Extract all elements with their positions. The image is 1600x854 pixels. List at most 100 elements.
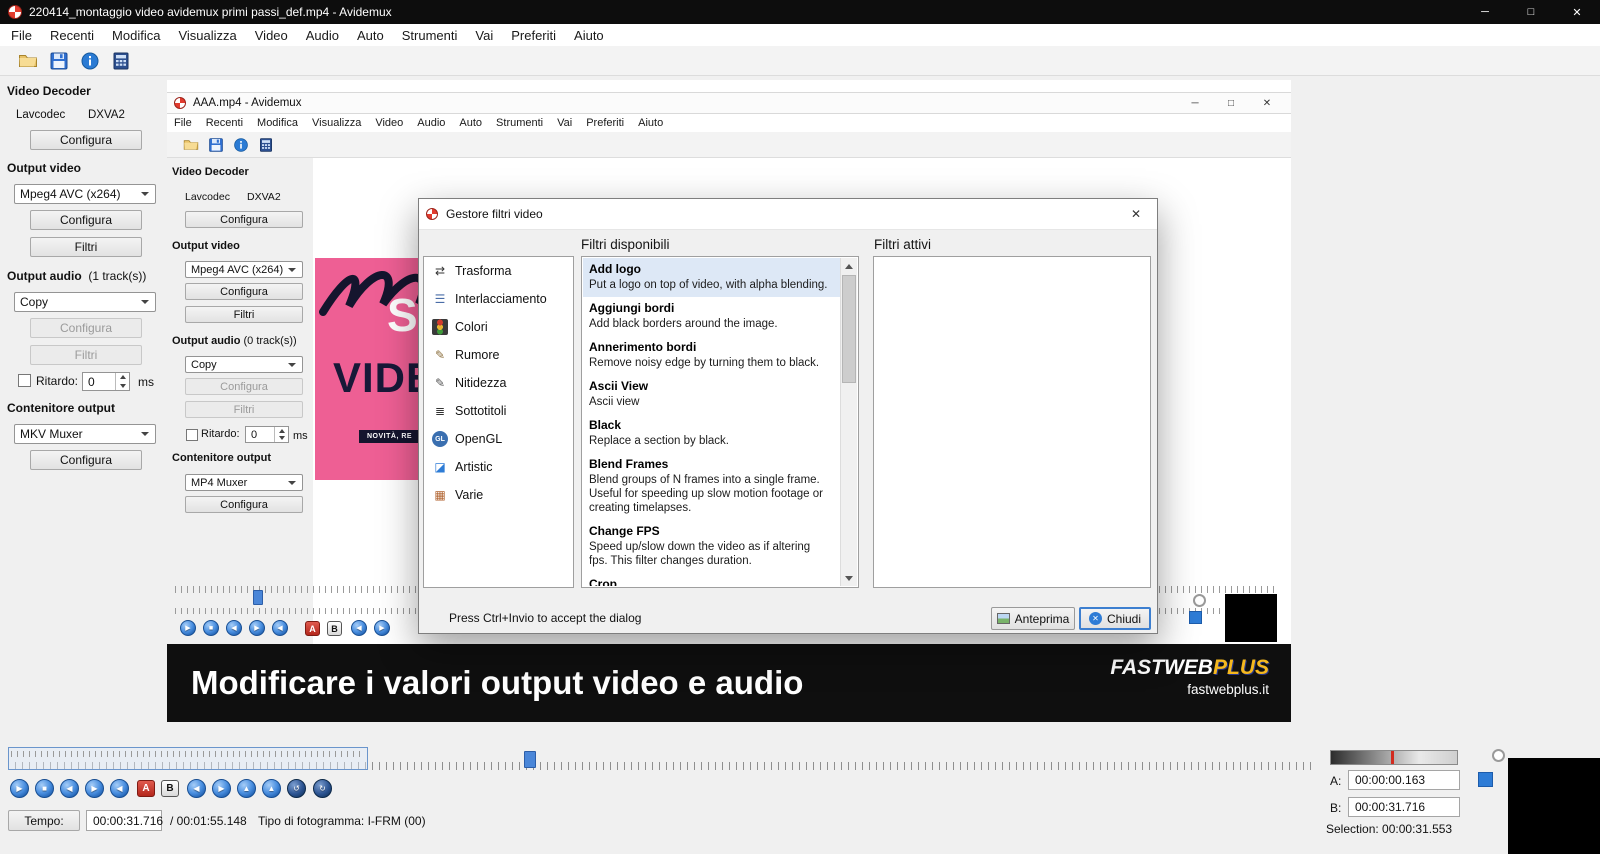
marker-a-button[interactable]: A — [137, 780, 155, 797]
filter-aggiungi-bordi[interactable]: Aggiungi bordiAdd black borders around t… — [583, 297, 841, 336]
menu-strumenti[interactable]: Strumenti — [393, 28, 467, 43]
category-sottotitoli[interactable]: ≣Sottotitoli — [424, 397, 573, 425]
back-keyframe-button[interactable]: ◀ — [187, 779, 206, 798]
timeline-selection[interactable] — [8, 747, 368, 770]
active-filters-list[interactable] — [873, 256, 1151, 588]
category-nitidezza[interactable]: ✎Nitidezza — [424, 369, 573, 397]
category-varie[interactable]: ▦Varie — [424, 481, 573, 509]
category-interlacciamento[interactable]: ☰Interlacciamento — [424, 285, 573, 313]
filter-annerimento-bordi[interactable]: Annerimento bordiRemove noisy edge by tu… — [583, 336, 841, 375]
menu-video[interactable]: Video — [246, 28, 297, 43]
container-select[interactable]: MKV Muxer — [14, 424, 156, 444]
minimize-button[interactable]: ─ — [1462, 0, 1508, 24]
inner-video-decoder-title: Video Decoder — [172, 166, 249, 178]
menu-vai[interactable]: Vai — [466, 28, 502, 43]
window-controls: ─ □ ✕ — [1462, 0, 1600, 24]
filter-change-fps[interactable]: Change FPSSpeed up/slow down the video a… — [583, 520, 841, 573]
video-filters-button[interactable]: Filtri — [30, 237, 142, 257]
inner-menu-aiuto: Aiuto — [631, 117, 670, 129]
menubar: File Recenti Modifica Visualizza Video A… — [0, 24, 1600, 46]
preview-button[interactable]: Anteprima — [991, 607, 1075, 630]
delay-stepper[interactable]: 0 — [82, 372, 130, 391]
output-audio-title: Output audio (1 track(s)) — [7, 269, 146, 283]
video-codec-select[interactable]: Mpeg4 AVC (x264) — [14, 184, 156, 204]
inner-minimize-icon: ─ — [1177, 92, 1213, 114]
dialog-close-button[interactable]: ✕ — [1115, 199, 1157, 229]
brand-accent: PLUS — [1213, 656, 1269, 679]
prev-keyframe-button[interactable]: ◀ — [110, 779, 129, 798]
timeline-position-marker[interactable] — [524, 751, 536, 768]
close-dialog-button[interactable]: ✕ Chiudi — [1079, 607, 1151, 630]
menu-auto[interactable]: Auto — [348, 28, 393, 43]
info-icon[interactable] — [80, 51, 100, 71]
output-video-title: Output video — [7, 161, 81, 175]
delay-label: Ritardo: — [36, 374, 78, 388]
video-configure-button[interactable]: Configura — [30, 210, 142, 230]
inner-menubar: File Recenti Modifica Visualizza Video A… — [167, 114, 1291, 132]
forward-one-minute-button[interactable]: ↻ — [313, 779, 332, 798]
inner-marker-a-icon: A — [305, 621, 320, 636]
menu-recenti[interactable]: Recenti — [41, 28, 103, 43]
next-frame-button[interactable]: ▶ — [85, 779, 104, 798]
menu-aiuto[interactable]: Aiuto — [565, 28, 613, 43]
first-frame-button[interactable]: ▲ — [237, 779, 256, 798]
category-trasforma[interactable]: ⇄Trasforma — [424, 257, 573, 285]
menu-preferiti[interactable]: Preferiti — [502, 28, 565, 43]
open-file-icon[interactable] — [18, 51, 38, 71]
scroll-up-icon[interactable] — [841, 258, 856, 274]
next-keyframe-button-2[interactable]: ▶ — [212, 779, 231, 798]
category-rumore[interactable]: ✎Rumore — [424, 341, 573, 369]
inner-codec-label: Lavcodec — [185, 191, 230, 203]
hw-accel-label: DXVA2 — [88, 109, 125, 121]
decoder-configure-button[interactable]: Configura — [30, 130, 142, 150]
delay-checkbox[interactable] — [18, 374, 31, 387]
inner-speaker-icon — [1193, 594, 1206, 607]
filter-blend-frames[interactable]: Blend FramesBlend groups of N frames int… — [583, 453, 841, 520]
inner-menu-strumenti: Strumenti — [489, 117, 550, 129]
prev-frame-button[interactable]: ◀ — [60, 779, 79, 798]
inner-stepper-arrows-icon — [274, 427, 288, 442]
available-filters-list: Add logoPut a logo on top of video, with… — [581, 256, 859, 588]
scroll-down-icon[interactable] — [841, 570, 856, 586]
inner-video-configure-button: Configura — [185, 283, 303, 300]
banner-caption: Modificare i valori output video e audio — [191, 664, 803, 702]
avidemux-main-window: 220414_montaggio video avidemux primi pa… — [0, 0, 1600, 854]
category-artistic[interactable]: ◪Artistic — [424, 453, 573, 481]
back-one-minute-button[interactable]: ↺ — [287, 779, 306, 798]
inner-menu-auto: Auto — [452, 117, 489, 129]
filter-black[interactable]: BlackReplace a section by black. — [583, 414, 841, 453]
audio-codec-select[interactable]: Copy — [14, 292, 156, 312]
stop-button[interactable]: ■ — [35, 779, 54, 798]
inner-menu-audio: Audio — [410, 117, 452, 129]
container-configure-button[interactable]: Configura — [30, 450, 142, 470]
inner-position-marker — [253, 590, 263, 605]
filter-add-logo[interactable]: Add logoPut a logo on top of video, with… — [583, 258, 841, 297]
volume-slider[interactable] — [1330, 750, 1458, 765]
filter-crop[interactable]: Crop — [583, 573, 841, 586]
category-opengl[interactable]: GLOpenGL — [424, 425, 573, 453]
inner-prev-keyframe-icon: ◀ — [272, 620, 288, 636]
artistic-icon: ◪ — [432, 459, 448, 475]
filter-ascii-view[interactable]: Ascii ViewAscii view — [583, 375, 841, 414]
maximize-button[interactable]: □ — [1508, 0, 1554, 24]
menu-file[interactable]: File — [2, 28, 41, 43]
calculator-icon[interactable] — [111, 51, 131, 71]
inner-avidemux-logo-icon — [174, 97, 186, 109]
menu-audio[interactable]: Audio — [297, 28, 348, 43]
play-button[interactable]: ▶ — [10, 779, 29, 798]
stepper-arrows-icon[interactable] — [115, 373, 129, 390]
speaker-icon[interactable] — [1492, 749, 1505, 762]
filters-scrollbar[interactable] — [840, 258, 857, 586]
last-frame-button[interactable]: ▲ — [262, 779, 281, 798]
save-file-icon[interactable] — [49, 51, 69, 71]
scrollbar-thumb[interactable] — [842, 275, 856, 383]
close-button[interactable]: ✕ — [1554, 0, 1600, 24]
category-colori[interactable]: Colori — [424, 313, 573, 341]
inner-container-select: MP4 Muxer — [185, 474, 303, 491]
marker-b-button[interactable]: B — [161, 780, 179, 797]
inner-hw-accel-label: DXVA2 — [247, 191, 281, 203]
close-circle-icon: ✕ — [1089, 612, 1102, 625]
menu-visualizza[interactable]: Visualizza — [169, 28, 245, 43]
menu-modifica[interactable]: Modifica — [103, 28, 169, 43]
selection-ticks — [11, 751, 365, 757]
